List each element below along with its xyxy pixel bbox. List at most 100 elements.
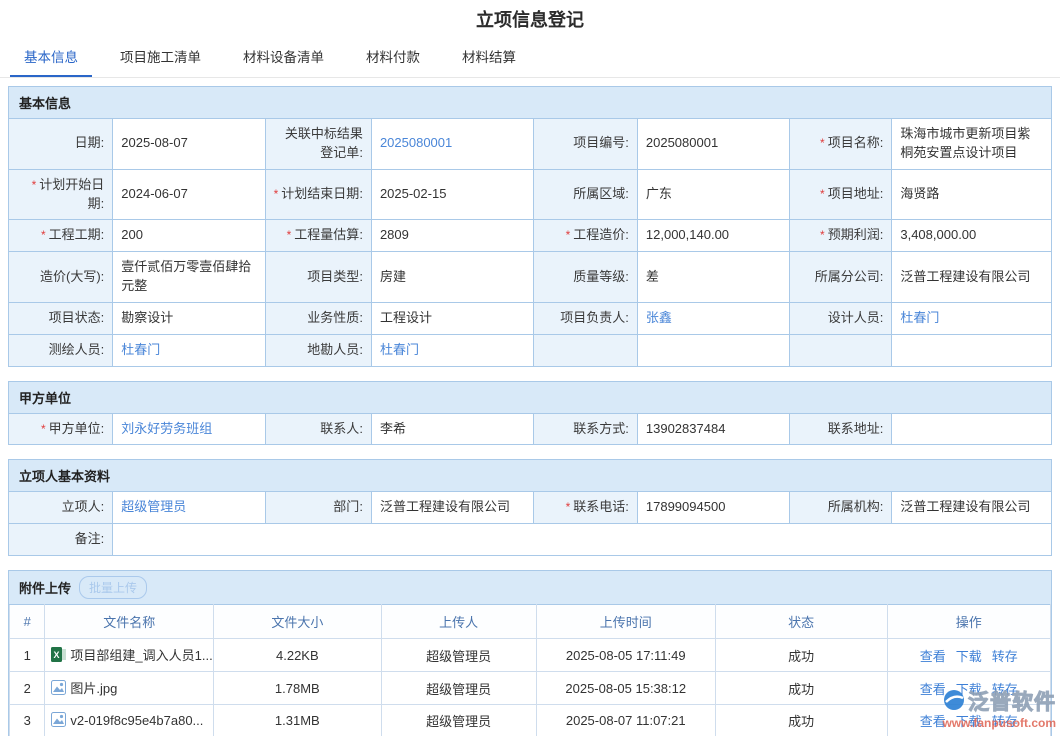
required-marker: * [820,228,825,242]
party_a-section-title: 甲方单位 [9,381,1052,413]
field-value-link[interactable]: 超级管理员 [121,499,186,514]
op-transfer-link[interactable]: 转存 [992,714,1018,729]
field-label-text: 业务性质 [307,310,359,325]
field-label: 所属区域: [533,169,637,220]
field-label-text: 立项人 [62,499,101,514]
field-value-link[interactable]: 杜春门 [121,342,160,357]
field-label-text: 甲方单位 [49,421,101,436]
field-value: 2025080001 [637,119,789,170]
field-label-text: 工程量估算 [294,227,359,242]
batch-upload-button[interactable]: 批量上传 [79,576,147,599]
required-marker: * [41,422,46,436]
tab-4[interactable]: 材料结算 [448,38,530,77]
field-value: 12,000,140.00 [637,220,789,252]
field-value: 200 [113,220,265,252]
field-label: 备注: [9,524,113,556]
initiator-section-title: 立项人基本资料 [9,460,1052,492]
field-value: 2025080001 [371,119,533,170]
operations-cell: 查看下载转存 [887,639,1050,672]
field-value: 2024-06-07 [113,169,265,220]
field-value-link[interactable]: 2025080001 [380,135,452,150]
file-name: v2-019f8c95e4b7a80... [70,713,203,728]
field-label-text: 所属分公司 [815,269,880,284]
svg-text:X: X [54,650,60,660]
op-view-link[interactable]: 查看 [920,714,946,729]
party-a-table: 甲方单位*甲方单位:刘永好劳务班组联系人:李希联系方式:13902837484联… [8,381,1052,446]
field-label: 项目编号: [533,119,637,170]
field-label: 联系方式: [533,413,637,445]
required-marker: * [820,136,825,150]
row-number: 1 [10,639,45,672]
attachments-col-header: 文件大小 [214,605,382,639]
field-label-text: 部门 [333,499,359,514]
op-download-link[interactable]: 下载 [956,649,982,664]
field-label-text: 项目类型 [307,269,359,284]
field-label-text: 联系地址 [828,421,880,436]
op-transfer-link[interactable]: 转存 [992,682,1018,697]
field-label-text: 备注 [75,531,101,546]
field-label-text: 质量等级 [573,269,625,284]
tab-1[interactable]: 项目施工清单 [106,38,215,77]
field-label: *计划开始日期: [9,169,113,220]
field-value: 张鑫 [637,302,789,334]
attachments-col-header: 操作 [887,605,1050,639]
field-label: *项目名称: [790,119,892,170]
tab-0[interactable]: 基本信息 [10,38,92,77]
field-label-text: 工程造价 [573,227,625,242]
field-value: 刘永好劳务班组 [113,413,265,445]
attachments-header: 附件上传 批量上传 [9,571,1051,604]
field-value: 差 [637,252,789,303]
row-number: 2 [10,672,45,705]
field-label: 所属分公司: [790,252,892,303]
upload-time: 2025-08-07 11:07:21 [536,705,715,736]
attachments-col-header: 上传时间 [536,605,715,639]
op-download-link[interactable]: 下载 [956,682,982,697]
field-value: 泛普工程建设有限公司 [371,492,533,524]
main-content: 基本信息日期:2025-08-07关联中标结果登记单:2025080001项目编… [0,78,1060,736]
op-view-link[interactable]: 查看 [920,682,946,697]
field-label [790,334,892,366]
field-value-link[interactable]: 杜春门 [900,310,939,325]
attachments-col-header: 文件名称 [45,605,214,639]
tab-3[interactable]: 材料付款 [352,38,434,77]
field-label: 联系人: [265,413,371,445]
field-label-text: 所属区域 [573,186,625,201]
field-value: 13902837484 [637,413,789,445]
field-value: 2809 [371,220,533,252]
field-label: 所属机构: [790,492,892,524]
page-title: 立项信息登记 [0,0,1060,36]
field-label: 日期: [9,119,113,170]
field-label: *工程工期: [9,220,113,252]
field-value: 海贤路 [892,169,1052,220]
field-value-link[interactable]: 杜春门 [380,342,419,357]
field-label: *甲方单位: [9,413,113,445]
uploader-name: 超级管理员 [381,705,536,736]
operations-cell: 查看下载转存 [887,705,1050,736]
required-marker: * [287,228,292,242]
field-label-text: 所属机构 [828,499,880,514]
field-value: 杜春门 [113,334,265,366]
tab-2[interactable]: 材料设备清单 [229,38,338,77]
field-value: 泛普工程建设有限公司 [892,492,1052,524]
field-value-link[interactable]: 刘永好劳务班组 [121,421,212,436]
field-label: 质量等级: [533,252,637,303]
field-value: 房建 [371,252,533,303]
field-label-text: 联系方式 [573,421,625,436]
field-value: 工程设计 [371,302,533,334]
field-label: *联系电话: [533,492,637,524]
field-label-text: 日期 [75,135,101,150]
op-transfer-link[interactable]: 转存 [992,649,1018,664]
op-view-link[interactable]: 查看 [920,649,946,664]
field-label: 设计人员: [790,302,892,334]
uploader-name: 超级管理员 [381,639,536,672]
attachments-table: #文件名称文件大小上传人上传时间状态操作1X项目部组建_调入人员1...4.22… [9,604,1051,736]
field-value [637,334,789,366]
attachments-col-header: 状态 [715,605,887,639]
field-label-text: 地勘人员 [307,342,359,357]
op-download-link[interactable]: 下载 [956,714,982,729]
field-value-link[interactable]: 张鑫 [646,310,672,325]
field-label: 部门: [265,492,371,524]
field-label-text: 项目名称 [828,135,880,150]
field-value: 2025-02-15 [371,169,533,220]
status-text: 成功 [715,639,887,672]
